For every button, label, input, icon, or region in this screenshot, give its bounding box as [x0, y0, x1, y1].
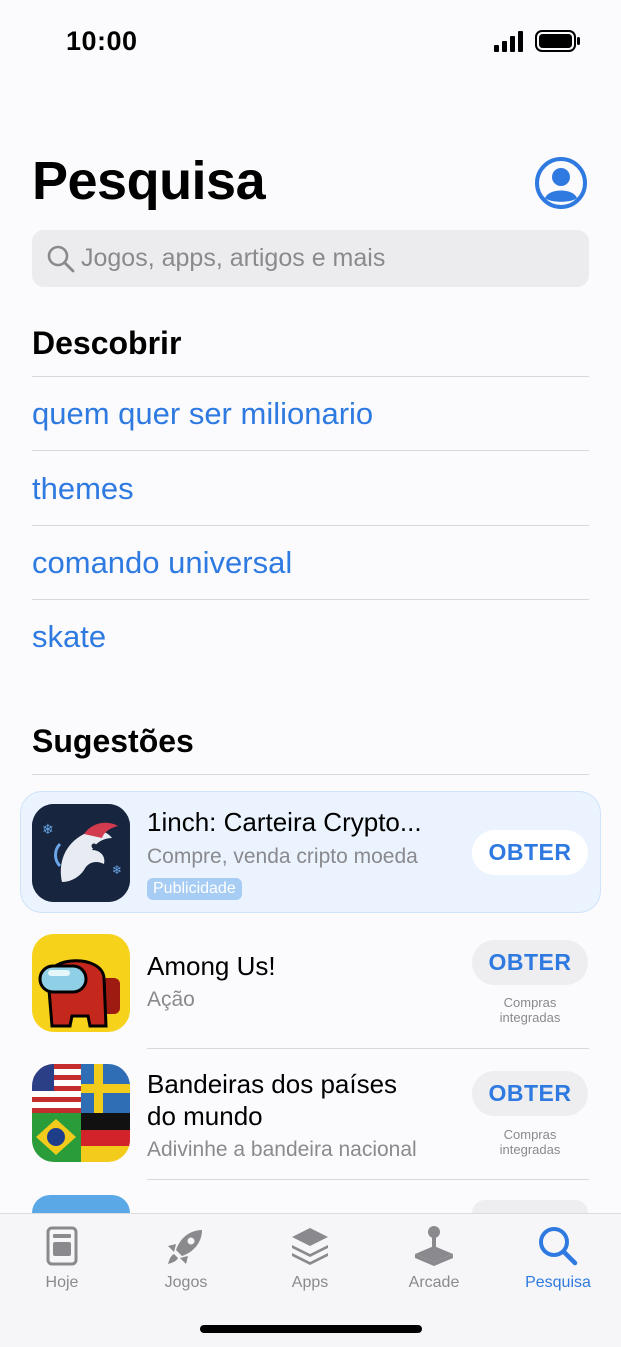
get-button-partial[interactable] — [472, 1200, 588, 1213]
tab-label: Jogos — [164, 1274, 208, 1291]
joystick-icon — [415, 1226, 453, 1266]
suggestions-heading: Sugestões — [32, 723, 194, 759]
svg-text:❄: ❄ — [112, 863, 122, 877]
divider — [32, 525, 589, 526]
discover-item[interactable]: skate — [32, 619, 106, 655]
layers-icon — [292, 1228, 328, 1265]
tab-apps[interactable]: Apps — [260, 1224, 360, 1292]
tab-today[interactable]: Hoje — [12, 1224, 112, 1292]
tab-label: Arcade — [408, 1274, 460, 1291]
rocket-icon — [168, 1230, 202, 1264]
app-title-line2[interactable]: do mundo — [147, 1100, 263, 1132]
search-input[interactable]: Jogos, apps, artigos e mais — [32, 230, 589, 287]
tab-arcade[interactable]: Arcade — [384, 1224, 484, 1292]
tab-label: Pesquisa — [525, 1274, 591, 1291]
get-button[interactable]: OBTER — [472, 940, 588, 985]
app-title[interactable]: Bandeiras dos países — [147, 1068, 397, 1100]
iap-line1: Compras — [503, 995, 557, 1010]
discover-item[interactable]: quem quer ser milionario — [32, 396, 373, 432]
in-app-purchases-note: Compras integradas — [472, 995, 588, 1025]
app-subtitle: Compre, venda cripto moeda — [147, 845, 418, 868]
status-bar: 10:00 — [0, 0, 621, 80]
get-button[interactable]: OBTER — [472, 830, 588, 875]
divider — [32, 774, 589, 775]
svg-text:❄: ❄ — [42, 822, 54, 838]
divider — [147, 1179, 589, 1180]
flags-icon[interactable] — [32, 1064, 130, 1162]
iap-line1: Compras — [503, 1127, 557, 1142]
tab-games[interactable]: Jogos — [136, 1224, 236, 1292]
app-title[interactable]: 1inch: Carteira Crypto... — [147, 806, 422, 838]
divider — [32, 450, 589, 451]
status-time: 10:00 — [66, 26, 138, 56]
search-icon — [47, 245, 75, 273]
tab-search[interactable]: Pesquisa — [508, 1224, 608, 1292]
divider — [32, 376, 589, 377]
search-placeholder: Jogos, apps, artigos e mais — [81, 244, 386, 272]
tab-label: Hoje — [45, 1274, 79, 1291]
search-icon — [539, 1227, 578, 1266]
app-icon-partial[interactable] — [32, 1195, 130, 1213]
in-app-purchases-note: Compras integradas — [472, 1127, 588, 1157]
cellular-signal-icon — [494, 31, 523, 52]
today-icon — [46, 1226, 78, 1266]
discover-item[interactable]: themes — [32, 471, 134, 507]
battery-icon — [535, 30, 580, 52]
crewmate-icon[interactable] — [32, 934, 130, 1032]
app-title[interactable]: Among Us! — [147, 950, 276, 982]
divider — [32, 599, 589, 600]
tab-label: Apps — [291, 1274, 329, 1291]
discover-item[interactable]: comando universal — [32, 545, 292, 581]
iap-line2: integradas — [499, 1142, 561, 1157]
get-button[interactable]: OBTER — [472, 1071, 588, 1116]
unicorn-icon[interactable]: ❄ ❄ — [32, 804, 130, 902]
page-title: Pesquisa — [32, 151, 266, 211]
discover-heading: Descobrir — [32, 325, 182, 361]
app-subtitle: Ação — [147, 988, 195, 1011]
divider — [147, 1048, 589, 1049]
account-icon[interactable] — [534, 156, 588, 210]
app-subtitle: Adivinhe a bandeira nacional — [147, 1138, 417, 1161]
home-indicator[interactable] — [200, 1325, 422, 1333]
ad-badge: Publicidade — [147, 878, 242, 900]
iap-line2: integradas — [499, 1010, 561, 1025]
